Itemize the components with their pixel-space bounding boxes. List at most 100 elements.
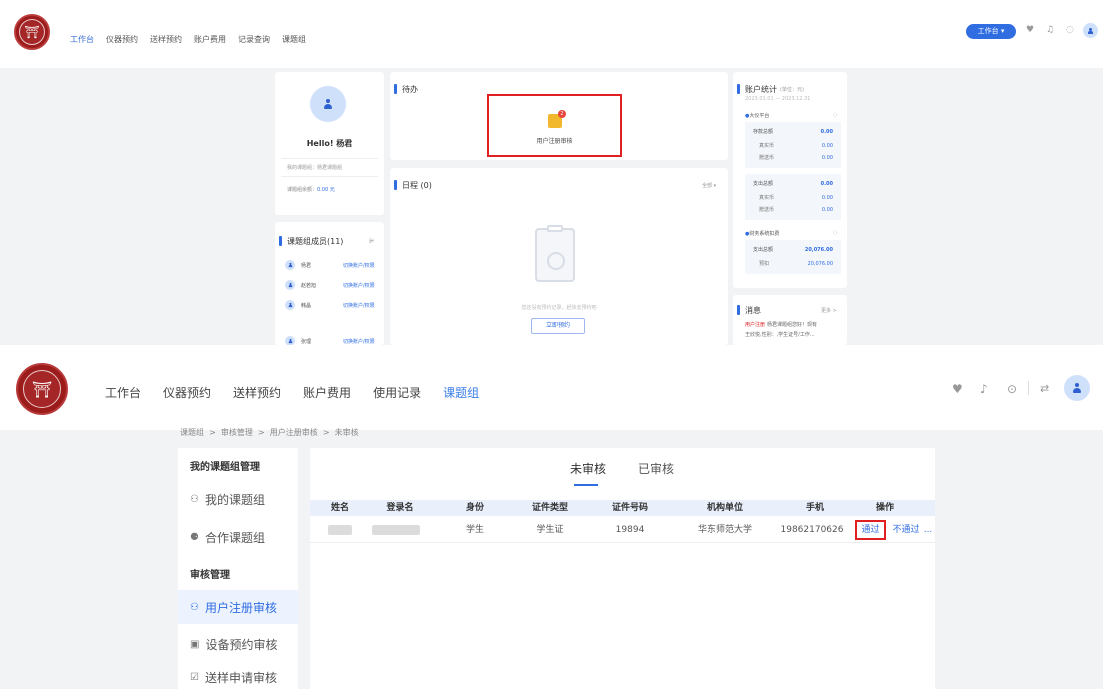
sidebar-item-sample-review[interactable]: ☑ 送样申请审核 <box>178 660 298 689</box>
sidebar-item-equipment-review[interactable]: ▣ 设备预约审核 <box>178 627 298 661</box>
book-now-button[interactable]: 立即预约 <box>531 318 585 334</box>
todo-card: 待办 2 用户注册审核 <box>390 72 728 160</box>
sidebar-item-coop-group[interactable]: ⚈ 合作课题组 <box>178 520 298 554</box>
nav-sample[interactable]: 送样预约 <box>233 386 281 400</box>
th-actions: 操作 <box>875 503 894 513</box>
platform-label: ● 大仪平台 <box>745 112 770 120</box>
finance-info-icon: ◌ <box>833 230 838 236</box>
cell-phone: 19862170626 <box>780 525 844 535</box>
th-phone: 手机 <box>805 503 824 513</box>
th-identity: 身份 <box>465 503 484 513</box>
top-header: ⛩ 工作台 仪器预约 送样预约 账户费用 记录查询 课题组 工作台 ▾ ♥ ♫ ◌ <box>0 0 1103 68</box>
schedule-title: 日程 (0) <box>402 181 432 190</box>
nav-account[interactable]: 账户费用 <box>303 386 351 400</box>
profile-greeting: Hello! 杨君 <box>306 139 353 148</box>
members-card: 课题组成员(11) ꔻ 杨君 切换账户/权限 赵若旭 切换账户/权限 韩晶 切换… <box>275 222 384 346</box>
university-logo: ⛩ <box>16 363 68 415</box>
th-name: 姓名 <box>330 503 349 513</box>
redacted-name <box>328 524 352 535</box>
todo-item-label[interactable]: 用户注册审核 <box>487 136 622 145</box>
finance-box: 支出总额 20,076.00 预扣 20,076.00 <box>745 240 841 274</box>
user-avatar[interactable] <box>1083 23 1098 38</box>
bell-icon[interactable]: ♪ <box>980 382 988 396</box>
heart-icon[interactable]: ♥ <box>1026 25 1034 35</box>
finance-label: ● 财务系统扣费 <box>745 230 780 238</box>
account-stats-card: 账户统计 (单位：元) 2023.01.01 — 2023.12.31 ● 大仪… <box>733 72 847 288</box>
university-logo: ⛩ <box>14 14 50 50</box>
account-title: 账户统计 <box>745 85 777 94</box>
nav-instrument[interactable]: 仪器预约 <box>106 35 138 44</box>
heart-icon[interactable]: ♥ <box>952 382 963 396</box>
workspace-button[interactable]: 工作台 ▾ <box>966 24 1016 39</box>
tab-active-underline <box>574 484 598 486</box>
messages-card: 消息 更多 > 用户注册 杨君课题组您好！现有 王欣悦,性别：,学生证号/工作..… <box>733 295 847 345</box>
more-actions[interactable]: ... <box>922 517 934 543</box>
members-title: 课题组成员(11) <box>287 237 344 246</box>
nav-records[interactable]: 记录查询 <box>238 35 270 44</box>
platform-info-icon: ◌ <box>833 112 838 118</box>
coop-group-icon: ⚈ <box>190 531 199 543</box>
bottom-header: ⛩ 工作台 仪器预约 送样预约 账户费用 使用记录 课题组 ♥ ♪ ⊙ ⇄ <box>0 345 1103 430</box>
members-count-icon: ꔻ <box>369 238 375 245</box>
cell-id-number: 19894 <box>615 525 645 535</box>
top-nav: 工作台 仪器预约 送样预约 账户费用 记录查询 课题组 <box>70 27 318 46</box>
tab-unreviewed[interactable]: 未审核 <box>570 460 606 477</box>
deposit-box: 存款总额 0.00 真实币 0.00 赠送币 0.00 <box>745 122 841 168</box>
todo-badge: 2 <box>558 110 566 118</box>
profile-avatar <box>310 86 346 122</box>
account-range: 2023.01.01 — 2023.12.31 <box>745 96 811 102</box>
nav-workbench[interactable]: 工作台 <box>105 386 141 400</box>
bell-icon[interactable]: ♫ <box>1046 25 1054 35</box>
messages-more-link[interactable]: 更多 > <box>821 307 837 314</box>
sidebar-group-title: 我的课题组管理 <box>190 461 260 473</box>
bottom-nav: 工作台 仪器预约 送样预约 账户费用 使用记录 课题组 <box>105 382 501 401</box>
tab-reviewed[interactable]: 已审核 <box>638 460 674 477</box>
profile-group: 我的课题组： 杨君课题组 <box>287 165 343 171</box>
help-icon[interactable]: ◌ <box>1066 25 1074 35</box>
nav-account[interactable]: 账户费用 <box>194 35 226 44</box>
cell-login <box>368 517 424 543</box>
user-avatar[interactable] <box>1064 375 1090 401</box>
equipment-icon: ▣ <box>190 638 200 650</box>
nav-group[interactable]: 课题组 <box>443 386 479 400</box>
help-icon[interactable]: ⊙ <box>1007 382 1017 396</box>
th-org: 机构单位 <box>706 503 743 513</box>
member-row: 韩晶 切换账户/权限 <box>285 300 375 310</box>
table-row: 学生 学生证 19894 华东师范大学 19862170626 通过 不通过 .… <box>310 517 935 543</box>
group-icon: ⚇ <box>190 493 199 505</box>
nav-instrument[interactable]: 仪器预约 <box>163 386 211 400</box>
sample-icon: ☑ <box>190 671 199 683</box>
schedule-empty-text: 您还没有预约记录，赶快去预约吧 <box>521 305 597 311</box>
todo-title: 待办 <box>402 85 418 94</box>
empty-clipboard-icon <box>535 225 575 282</box>
message-line-1[interactable]: 用户注册 杨君课题组您好！现有 <box>745 321 817 328</box>
pass-button[interactable]: 通过 <box>857 517 884 543</box>
member-row: 杨君 切换账户/权限 <box>285 260 375 270</box>
profile-balance: 课题组余额： 0.00 元 <box>287 187 335 193</box>
profile-card: Hello! 杨君 我的课题组： 杨君课题组 课题组余额： 0.00 元 <box>275 72 384 215</box>
nav-workbench[interactable]: 工作台 <box>70 35 94 44</box>
switch-icon[interactable]: ⇄ <box>1040 382 1049 395</box>
schedule-filter[interactable]: 全部 ▾ <box>702 182 716 189</box>
message-line-2: 王欣悦,性别：,学生证号/工作... <box>745 332 815 338</box>
sidebar-item-user-review[interactable]: ⚇ 用户注册审核 <box>178 590 298 624</box>
schedule-card: 日程 (0) 全部 ▾ 您还没有预约记录，赶快去预约吧 立即预约 <box>390 168 728 345</box>
redacted-login <box>372 524 420 535</box>
nav-usage-records[interactable]: 使用记录 <box>373 386 421 400</box>
user-icon: ⚇ <box>190 601 199 613</box>
nav-sample[interactable]: 送样预约 <box>150 35 182 44</box>
table-header: 姓名 登录名 身份 证件类型 证件号码 机构单位 手机 操作 <box>310 500 935 516</box>
main-panel: 未审核 已审核 姓名 登录名 身份 证件类型 证件号码 机构单位 手机 操作 学… <box>310 448 935 689</box>
messages-title: 消息 <box>745 306 761 315</box>
th-id-number: 证件号码 <box>611 503 648 513</box>
th-login: 登录名 <box>386 503 414 513</box>
th-id-type: 证件类型 <box>531 503 568 513</box>
expense-box: 支出总额 0.00 真实币 0.00 赠送币 0.00 <box>745 174 841 220</box>
reject-button[interactable]: 不通过 <box>890 517 922 543</box>
cell-id-type: 学生证 <box>536 525 564 535</box>
cell-org: 华东师范大学 <box>697 525 752 535</box>
member-row: 赵若旭 切换账户/权限 <box>285 280 375 290</box>
sidebar-review-title: 审核管理 <box>190 569 230 581</box>
nav-group[interactable]: 课题组 <box>282 35 306 44</box>
sidebar-item-my-group[interactable]: ⚇ 我的课题组 <box>178 482 298 516</box>
